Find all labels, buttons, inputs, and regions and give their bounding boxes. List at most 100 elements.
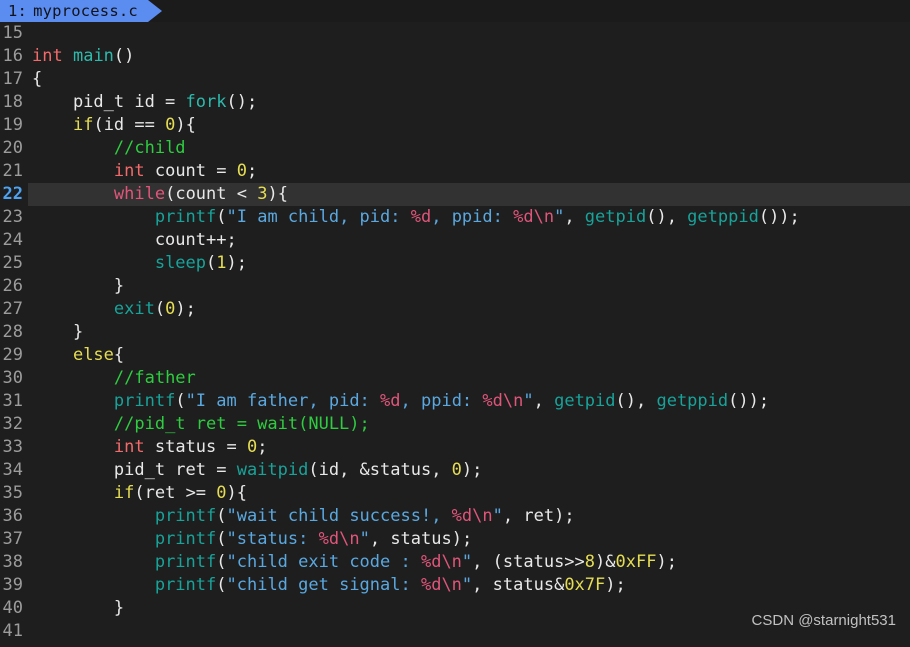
token-num: 3 — [257, 184, 268, 204]
line-number: 39 — [0, 574, 28, 597]
line-number: 34 — [0, 459, 28, 482]
code-line[interactable]: 16 int main() — [0, 45, 910, 68]
line-number: 32 — [0, 413, 28, 436]
line-number: 15 — [0, 22, 28, 45]
token-plain: count++; — [32, 230, 237, 250]
code-line-content[interactable]: } — [28, 275, 910, 298]
code-line[interactable]: 18 pid_t id = fork(); — [0, 91, 910, 114]
code-line-content[interactable]: int count = 0; — [28, 160, 910, 183]
code-line-content[interactable]: printf("child get signal: %d\n", status&… — [28, 574, 910, 597]
code-line-content[interactable] — [28, 22, 910, 45]
code-line-content[interactable]: pid_t ret = waitpid(id, &status, 0); — [28, 459, 910, 482]
tab-arrow-icon — [147, 0, 162, 22]
token-punc: (), — [646, 207, 688, 227]
code-line-current[interactable]: 22 while(count < 3){ — [0, 183, 910, 206]
line-number: 41 — [0, 620, 28, 643]
code-line[interactable]: 24 count++; — [0, 229, 910, 252]
code-line-content[interactable]: if(ret >= 0){ — [28, 482, 910, 505]
code-line[interactable]: 34 pid_t ret = waitpid(id, &status, 0); — [0, 459, 910, 482]
code-line[interactable]: 29 else{ — [0, 344, 910, 367]
token-cmt: //father — [113, 368, 196, 388]
code-line[interactable]: 28 } — [0, 321, 910, 344]
code-line-content[interactable]: count++; — [28, 229, 910, 252]
code-line[interactable]: 27 exit(0); — [0, 298, 910, 321]
code-line-content[interactable]: int main() — [28, 45, 910, 68]
code-line-content[interactable]: //father — [28, 367, 910, 390]
token-punc: ){ — [267, 184, 288, 204]
code-line[interactable]: 19 if(id == 0){ — [0, 114, 910, 137]
token-str: " — [523, 391, 534, 411]
code-line-content[interactable]: printf("I am child, pid: %d, ppid: %d\n"… — [28, 206, 910, 229]
code-line-content[interactable]: if(id == 0){ — [28, 114, 910, 137]
code-line[interactable]: 38 printf("child exit code : %d\n", (sta… — [0, 551, 910, 574]
code-line[interactable]: 35 if(ret >= 0){ — [0, 482, 910, 505]
code-tokens: sleep(1); — [32, 253, 247, 273]
code-line-content[interactable]: while(count < 3){ — [28, 183, 910, 206]
token-str: "I am child, pid: — [226, 207, 411, 227]
token-punc: ); — [451, 529, 473, 549]
token-punc: ){ — [226, 483, 248, 503]
token-punc: , — [472, 575, 493, 595]
code-line[interactable]: 37 printf("status: %d\n", status); — [0, 528, 910, 551]
token-punc: , — [369, 529, 391, 549]
token-str: " — [359, 529, 370, 549]
code-line-content[interactable]: else{ — [28, 344, 910, 367]
line-number: 16 — [0, 45, 28, 68]
code-line[interactable]: 31 printf("I am father, pid: %d, ppid: %… — [0, 390, 910, 413]
code-line-content[interactable]: } — [28, 321, 910, 344]
code-line[interactable]: 26 } — [0, 275, 910, 298]
line-number: 27 — [0, 298, 28, 321]
tab-myprocess-c[interactable]: 1: myprocess.c — [0, 0, 148, 22]
token-punc: (), — [615, 391, 657, 411]
code-line[interactable]: 15 — [0, 22, 910, 45]
token-punc: ( — [93, 115, 104, 135]
token-num: 0 — [216, 483, 227, 503]
code-line-content[interactable]: sleep(1); — [28, 252, 910, 275]
token-cmt: //pid_t ret = wait(NULL); — [113, 414, 370, 434]
code-line[interactable]: 33 int status = 0; — [0, 436, 910, 459]
token-fn: exit — [113, 299, 155, 319]
code-line[interactable]: 32 //pid_t ret = wait(NULL); — [0, 413, 910, 436]
token-punc: { — [32, 69, 43, 89]
tab-bar: 1: myprocess.c — [0, 0, 910, 22]
code-line-content[interactable]: { — [28, 68, 910, 91]
code-line-content[interactable]: //child — [28, 137, 910, 160]
code-line-content[interactable]: pid_t id = fork(); — [28, 91, 910, 114]
line-number: 28 — [0, 321, 28, 344]
code-line[interactable]: 20 //child — [0, 137, 910, 160]
code-line[interactable]: 30 //father — [0, 367, 910, 390]
token-plain: } — [32, 322, 84, 342]
code-line[interactable]: 17{ — [0, 68, 910, 91]
code-line-content[interactable]: printf("I am father, pid: %d, ppid: %d\n… — [28, 390, 910, 413]
code-line-content[interactable]: //pid_t ret = wait(NULL); — [28, 413, 910, 436]
token-kw: if — [72, 115, 94, 135]
code-area[interactable]: 15 16 int main() 17{18 pid_t id = fork(); 19… — [0, 22, 910, 647]
line-number: 19 — [0, 114, 28, 137]
token-num: 0 — [236, 161, 247, 181]
code-line[interactable]: 25 sleep(1); — [0, 252, 910, 275]
code-line-content[interactable]: exit(0); — [28, 298, 910, 321]
code-line[interactable]: 23 printf("I am child, pid: %d, ppid: %d… — [0, 206, 910, 229]
token-punc: )& — [595, 552, 616, 572]
code-line[interactable]: 21 int count = 0; — [0, 160, 910, 183]
line-number: 30 — [0, 367, 28, 390]
line-number: 38 — [0, 551, 28, 574]
code-line[interactable]: 39 printf("child get signal: %d\n", stat… — [0, 574, 910, 597]
token-punc: ( — [216, 575, 227, 595]
code-tokens: if(ret >= 0){ — [32, 483, 247, 503]
code-line[interactable]: 36 printf("wait child success!, %d\n", r… — [0, 505, 910, 528]
token-punc: ); — [175, 299, 196, 319]
code-line-content[interactable]: printf("status: %d\n", status); — [28, 528, 910, 551]
code-tokens: count++; — [32, 230, 237, 250]
token-punc: ; — [246, 161, 258, 181]
code-line-content[interactable]: int status = 0; — [28, 436, 910, 459]
code-line-content[interactable]: printf("wait child success!, %d\n", ret)… — [28, 505, 910, 528]
code-line-content[interactable]: printf("child exit code : %d\n", (status… — [28, 551, 910, 574]
token-fn: printf — [154, 207, 217, 227]
